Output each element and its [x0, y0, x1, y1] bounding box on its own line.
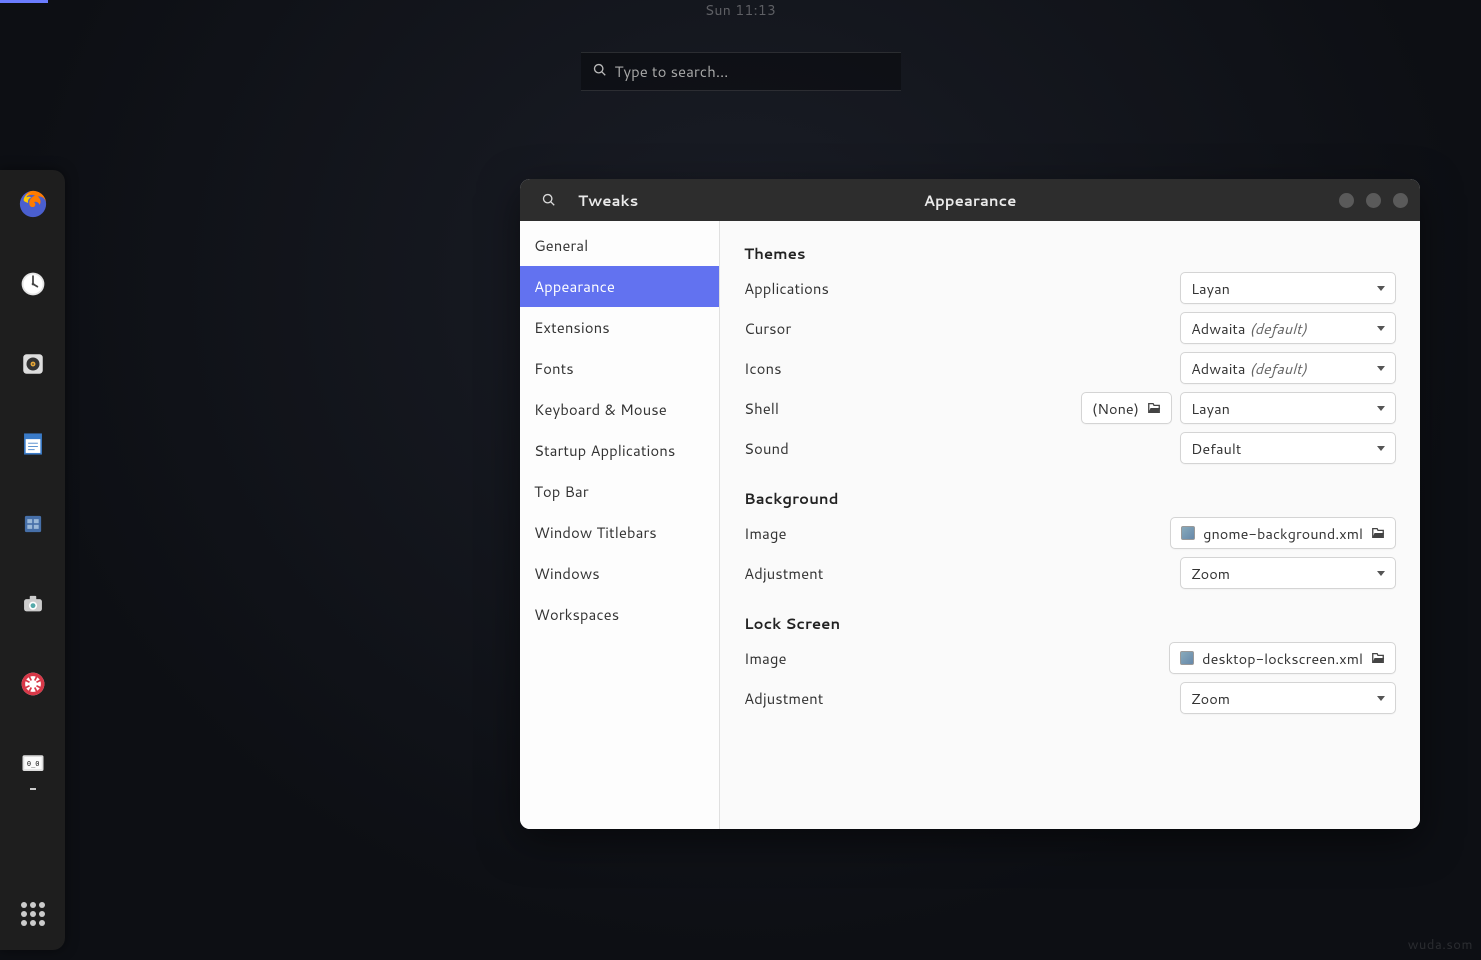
dock-show-applications[interactable]: [17, 898, 49, 930]
file-button-label: gnome-background.xml: [1203, 523, 1363, 544]
row-shell: Shell (None) Layan: [744, 388, 1396, 428]
watermark: wuda.som: [1408, 936, 1473, 954]
row-cursor: Cursor Adwaita (default): [744, 308, 1396, 348]
dock-item-files[interactable]: [17, 508, 49, 540]
label-ls-image: Image: [744, 648, 787, 669]
combo-applications[interactable]: Layan: [1180, 272, 1396, 304]
label-applications: Applications: [744, 278, 829, 299]
image-thumb-icon: [1181, 526, 1195, 540]
chevron-down-icon: [1377, 571, 1385, 576]
chevron-down-icon: [1377, 446, 1385, 451]
dock-item-writer[interactable]: [17, 428, 49, 460]
file-button-label: desktop-lockscreen.xml: [1202, 648, 1363, 669]
open-file-icon: [1371, 651, 1385, 665]
sidebar-item-windows[interactable]: Windows: [520, 553, 719, 594]
chevron-down-icon: [1377, 366, 1385, 371]
row-bg-image: Image gnome-background.xml: [744, 513, 1396, 553]
dock-item-help[interactable]: [17, 668, 49, 700]
combo-shell[interactable]: Layan: [1180, 392, 1396, 424]
section-background: Background: [744, 488, 1396, 509]
image-thumb-icon: [1180, 651, 1194, 665]
dock: 0_0: [0, 170, 65, 950]
label-sound: Sound: [744, 438, 789, 459]
dock-item-firefox[interactable]: [17, 188, 49, 220]
dock-item-screenshot[interactable]: [17, 588, 49, 620]
sidebar-item-window-titlebars[interactable]: Window Titlebars: [520, 512, 719, 553]
chevron-down-icon: [1377, 326, 1385, 331]
maximize-button[interactable]: [1366, 193, 1381, 208]
combo-cursor[interactable]: Adwaita (default): [1180, 312, 1396, 344]
row-applications: Applications Layan: [744, 268, 1396, 308]
section-themes: Themes: [744, 243, 1396, 264]
row-ls-adjustment: Adjustment Zoom: [744, 678, 1396, 718]
titlebar[interactable]: Tweaks Appearance: [520, 179, 1420, 221]
open-file-icon: [1147, 401, 1161, 415]
titlebar-search-button[interactable]: [536, 187, 562, 213]
combo-value: Adwaita (default): [1191, 318, 1307, 339]
chevron-down-icon: [1377, 696, 1385, 701]
label-cursor: Cursor: [744, 318, 791, 339]
combo-sound[interactable]: Default: [1180, 432, 1396, 464]
window-controls: [1339, 193, 1408, 208]
minimize-button[interactable]: [1339, 193, 1354, 208]
search-input[interactable]: [615, 61, 889, 82]
app-title: Tweaks: [578, 190, 638, 211]
combo-value: Layan: [1191, 278, 1230, 299]
sidebar-item-keyboard-mouse[interactable]: Keyboard & Mouse: [520, 389, 719, 430]
combo-bg-adjustment[interactable]: Zoom: [1180, 557, 1396, 589]
sidebar-item-startup-applications[interactable]: Startup Applications: [520, 430, 719, 471]
dock-item-music[interactable]: [17, 348, 49, 380]
tweaks-window: Tweaks Appearance General Appearance Ext…: [520, 179, 1420, 829]
chevron-down-icon: [1377, 406, 1385, 411]
combo-ls-adjustment[interactable]: Zoom: [1180, 682, 1396, 714]
activities-search[interactable]: [581, 52, 901, 91]
apps-grid-icon: [21, 902, 45, 926]
row-icons: Icons Adwaita (default): [744, 348, 1396, 388]
chevron-down-icon: [1377, 286, 1385, 291]
label-shell: Shell: [744, 398, 779, 419]
section-title: Appearance: [924, 190, 1017, 211]
sidebar-item-general[interactable]: General: [520, 225, 719, 266]
open-file-icon: [1371, 526, 1385, 540]
svg-text:0_0: 0_0: [26, 760, 39, 768]
close-button[interactable]: [1393, 193, 1408, 208]
shell-file-button[interactable]: (None): [1081, 392, 1172, 424]
combo-value: Adwaita (default): [1191, 358, 1307, 379]
sidebar-item-appearance[interactable]: Appearance: [520, 266, 719, 307]
file-button-label: (None): [1092, 398, 1139, 419]
combo-icons[interactable]: Adwaita (default): [1180, 352, 1396, 384]
sidebar-item-top-bar[interactable]: Top Bar: [520, 471, 719, 512]
sidebar-item-fonts[interactable]: Fonts: [520, 348, 719, 389]
row-bg-adjustment: Adjustment Zoom: [744, 553, 1396, 593]
content-area: Themes Applications Layan Cursor Adwaita…: [720, 221, 1420, 829]
dock-item-terminal[interactable]: 0_0: [17, 748, 49, 780]
dock-item-clock[interactable]: [17, 268, 49, 300]
combo-value: Zoom: [1191, 563, 1230, 584]
sidebar-item-workspaces[interactable]: Workspaces: [520, 594, 719, 635]
label-icons: Icons: [744, 358, 782, 379]
combo-value: Default: [1191, 438, 1241, 459]
sidebar-item-extensions[interactable]: Extensions: [520, 307, 719, 348]
section-lockscreen: Lock Screen: [744, 613, 1396, 634]
search-icon: [593, 61, 607, 82]
ls-image-file-button[interactable]: desktop-lockscreen.xml: [1169, 642, 1396, 674]
sidebar: General Appearance Extensions Fonts Keyb…: [520, 221, 720, 829]
activities-indicator[interactable]: [0, 0, 48, 3]
label-ls-adjustment: Adjustment: [744, 688, 823, 709]
top-clock[interactable]: Sun 11:13: [705, 0, 776, 20]
label-bg-image: Image: [744, 523, 787, 544]
combo-value: Zoom: [1191, 688, 1230, 709]
combo-value: Layan: [1191, 398, 1230, 419]
label-bg-adjustment: Adjustment: [744, 563, 823, 584]
row-sound: Sound Default: [744, 428, 1396, 468]
row-ls-image: Image desktop-lockscreen.xml: [744, 638, 1396, 678]
bg-image-file-button[interactable]: gnome-background.xml: [1170, 517, 1396, 549]
